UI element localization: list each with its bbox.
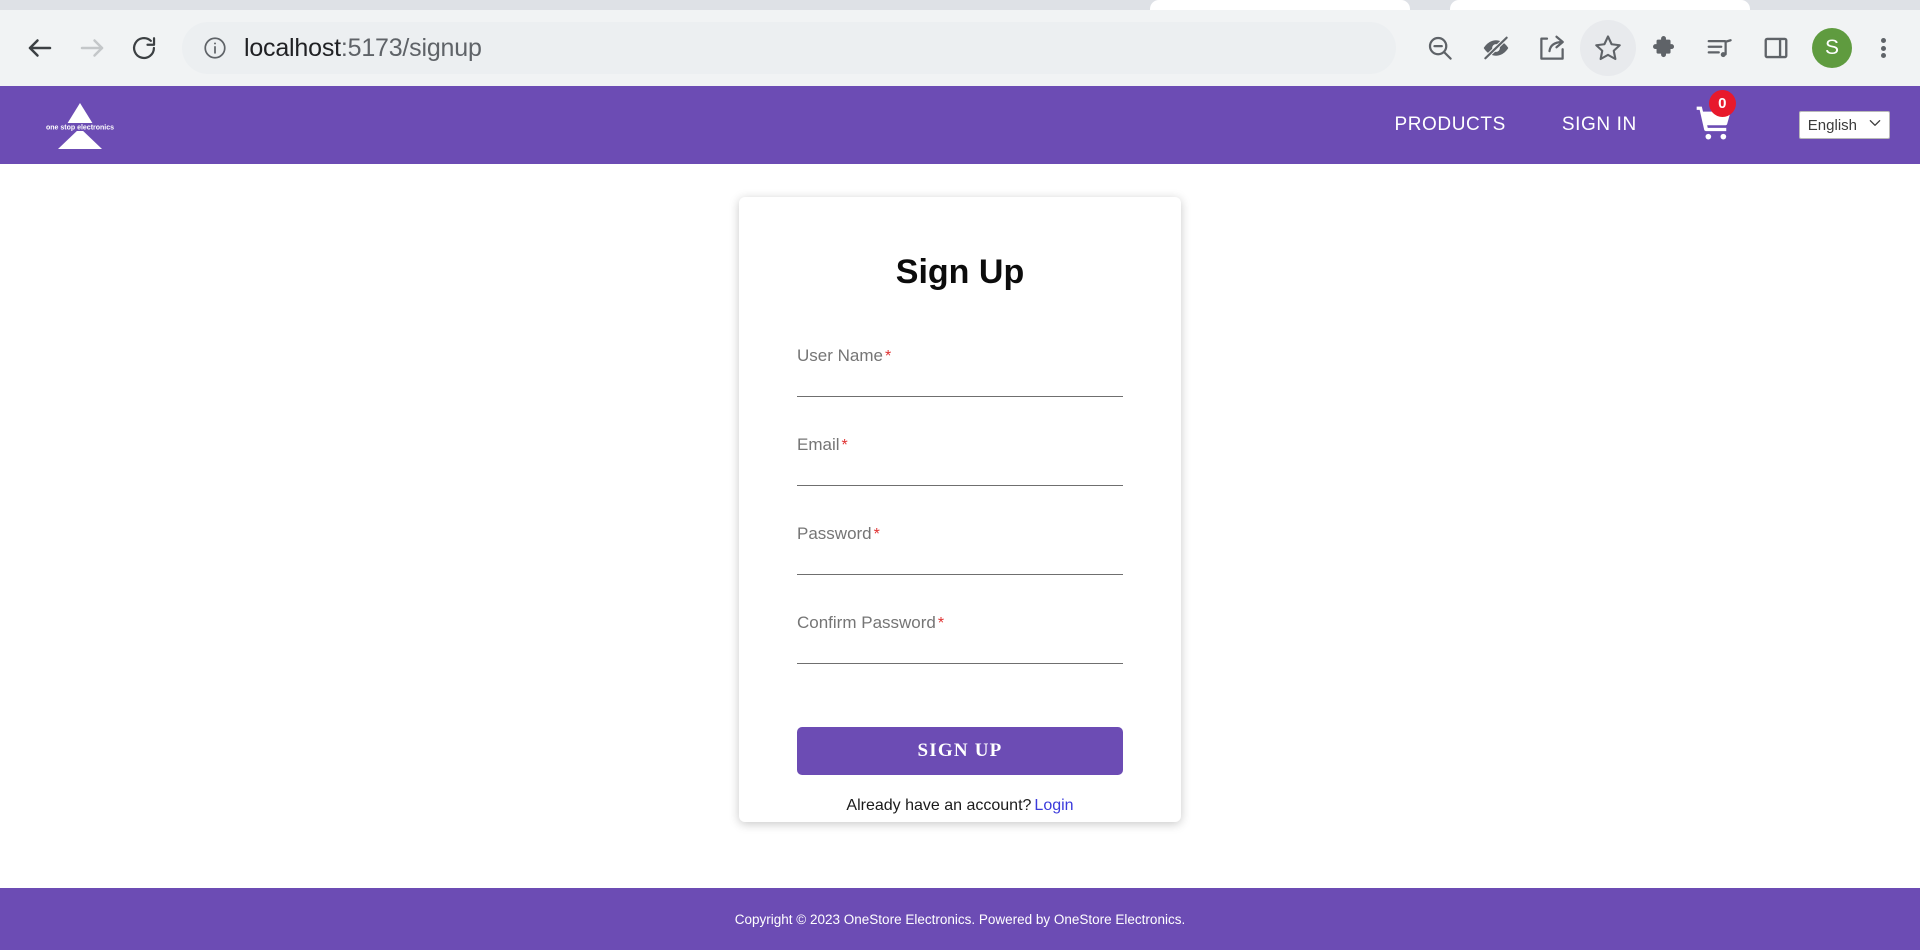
user-name-input[interactable] [797,374,1123,397]
url-path: :5173/signup [340,33,482,62]
footer-copyright-text: Copyright © 2023 OneStore Electronics. P… [734,911,1186,927]
site-footer: Copyright © 2023 OneStore Electronics. P… [0,888,1920,950]
page-main: Sign Up User Name * Email * Password * Conf… [0,164,1920,888]
field-email: Email * [797,435,1123,486]
brand-logo[interactable]: one stop electronics [40,97,120,153]
web-page: one stop electronics PRODUCTS SIGN IN 0 … [0,86,1920,950]
label-text: User Name [797,346,883,365]
signup-card: Sign Up User Name * Email * Password * Conf… [739,197,1181,822]
side-panel-icon[interactable] [1748,20,1804,76]
field-label-password: Password * [797,524,1123,544]
language-select-value: English [1807,116,1857,134]
field-label-confirm-password: Confirm Password * [797,613,1123,633]
field-label-user-name: User Name * [797,346,1123,366]
required-asterisk: * [873,526,880,543]
nav-link-products[interactable]: PRODUCTS [1394,114,1505,136]
label-text: Password [797,524,872,543]
back-arrow-icon[interactable] [14,22,66,74]
forward-arrow-icon [66,22,118,74]
pyramid-logo-icon: one stop electronics [40,103,120,149]
site-navbar: one stop electronics PRODUCTS SIGN IN 0 … [0,86,1920,164]
field-user-name: User Name * [797,346,1123,397]
login-link[interactable]: Login [1034,797,1073,814]
login-prompt: Already have an account? Login [797,797,1123,815]
url-text: localhost:5173/signup [244,34,482,63]
tab-strip [0,0,1920,10]
password-input[interactable] [797,552,1123,575]
confirm-password-input[interactable] [797,641,1123,664]
nav-link-sign-in[interactable]: SIGN IN [1562,114,1637,136]
login-prompt-text: Already have an account? [846,797,1032,814]
required-asterisk: * [841,437,848,454]
cart-button[interactable]: 0 [1693,90,1739,148]
url-host: localhost [244,33,341,62]
avatar-initial: S [1824,36,1839,59]
browser-toolbar: localhost:5173/signup S [0,10,1920,86]
browser-tab[interactable] [1450,0,1750,10]
email-input[interactable] [797,463,1123,486]
chevron-down-icon [1867,115,1883,136]
share-icon[interactable] [1524,20,1580,76]
address-bar[interactable]: localhost:5173/signup [182,22,1396,74]
extensions-puzzle-icon[interactable] [1636,20,1692,76]
field-password: Password * [797,524,1123,575]
three-dot-menu-icon[interactable] [1860,20,1906,76]
field-confirm-password: Confirm Password * [797,613,1123,664]
label-text: Email [797,435,840,454]
required-asterisk: * [937,615,945,632]
required-asterisk: * [884,348,892,365]
reload-icon[interactable] [118,22,170,74]
bookmark-star-icon[interactable] [1580,20,1636,76]
language-select[interactable]: English [1798,111,1890,139]
label-text: Confirm Password [797,613,936,632]
page-title: Sign Up [895,253,1025,291]
svg-text:one stop electronics: one stop electronics [46,125,114,132]
info-circle-icon[interactable] [202,35,228,61]
media-playlist-icon[interactable] [1692,20,1748,76]
eye-slash-icon[interactable] [1468,20,1524,76]
browser-chrome: localhost:5173/signup S [0,0,1920,86]
cart-count-badge: 0 [1708,90,1736,117]
sign-up-button[interactable]: SIGN UP [797,727,1123,775]
zoom-out-icon[interactable] [1412,20,1468,76]
field-label-email: Email * [797,435,1123,455]
avatar[interactable]: S [1812,28,1852,68]
browser-tab[interactable] [1150,0,1410,10]
